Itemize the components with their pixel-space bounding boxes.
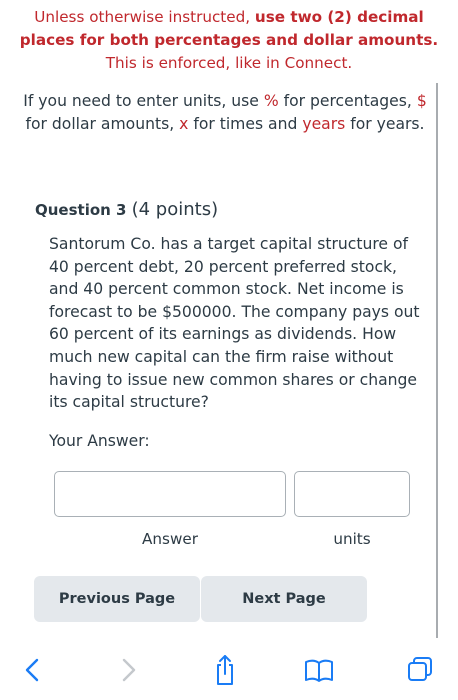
units-note-text: for dollar amounts, — [25, 115, 180, 133]
units-input[interactable] — [294, 471, 410, 517]
times-symbol: x — [179, 115, 189, 133]
back-icon[interactable] — [22, 652, 44, 692]
dollar-symbol: $ — [416, 92, 427, 110]
tabs-icon[interactable] — [406, 652, 436, 692]
units-note-text: If you need to enter units, use — [23, 92, 264, 110]
notice-line-3: This is enforced, like in Connect. — [105, 54, 353, 72]
scrollbar[interactable] — [436, 83, 438, 638]
notice-line-2: places for both percentages and dollar a… — [0, 29, 458, 52]
notice-bold-text: use two (2) decimal — [254, 8, 424, 26]
units-note-text: for years. — [345, 115, 425, 133]
decimal-instructions-notice: Unless otherwise instructed, use two (2)… — [0, 6, 458, 75]
bookmarks-icon[interactable] — [303, 652, 335, 692]
notice-bold-text-2: places for both percentages and dollar a… — [19, 31, 439, 49]
question-number: Question 3 — [35, 201, 127, 219]
notice-line-1: Unless otherwise instructed, use two (2)… — [0, 6, 458, 29]
years-word: years — [302, 115, 346, 133]
your-answer-label: Your Answer: — [49, 432, 150, 450]
question-points: (4 points) — [131, 199, 219, 220]
browser-toolbar — [0, 642, 458, 700]
percent-symbol: % — [263, 92, 279, 110]
answer-field-label: Answer — [142, 530, 198, 548]
units-note-text: for times and — [188, 115, 303, 133]
question-body: Santorum Co. has a target capital struct… — [49, 235, 420, 412]
notice-text: Unless otherwise instructed, — [34, 8, 255, 26]
units-instructions: If you need to enter units, use % for pe… — [20, 90, 430, 136]
answer-input[interactable] — [54, 471, 286, 517]
units-note-text: for percentages, — [278, 92, 417, 110]
units-field-label: units — [333, 530, 371, 548]
question-title: Question 3 (4 points) — [35, 199, 218, 220]
forward-icon[interactable] — [117, 652, 139, 692]
next-page-button[interactable]: Next Page — [201, 576, 367, 622]
previous-page-button[interactable]: Previous Page — [34, 576, 200, 622]
share-icon[interactable] — [212, 652, 238, 692]
